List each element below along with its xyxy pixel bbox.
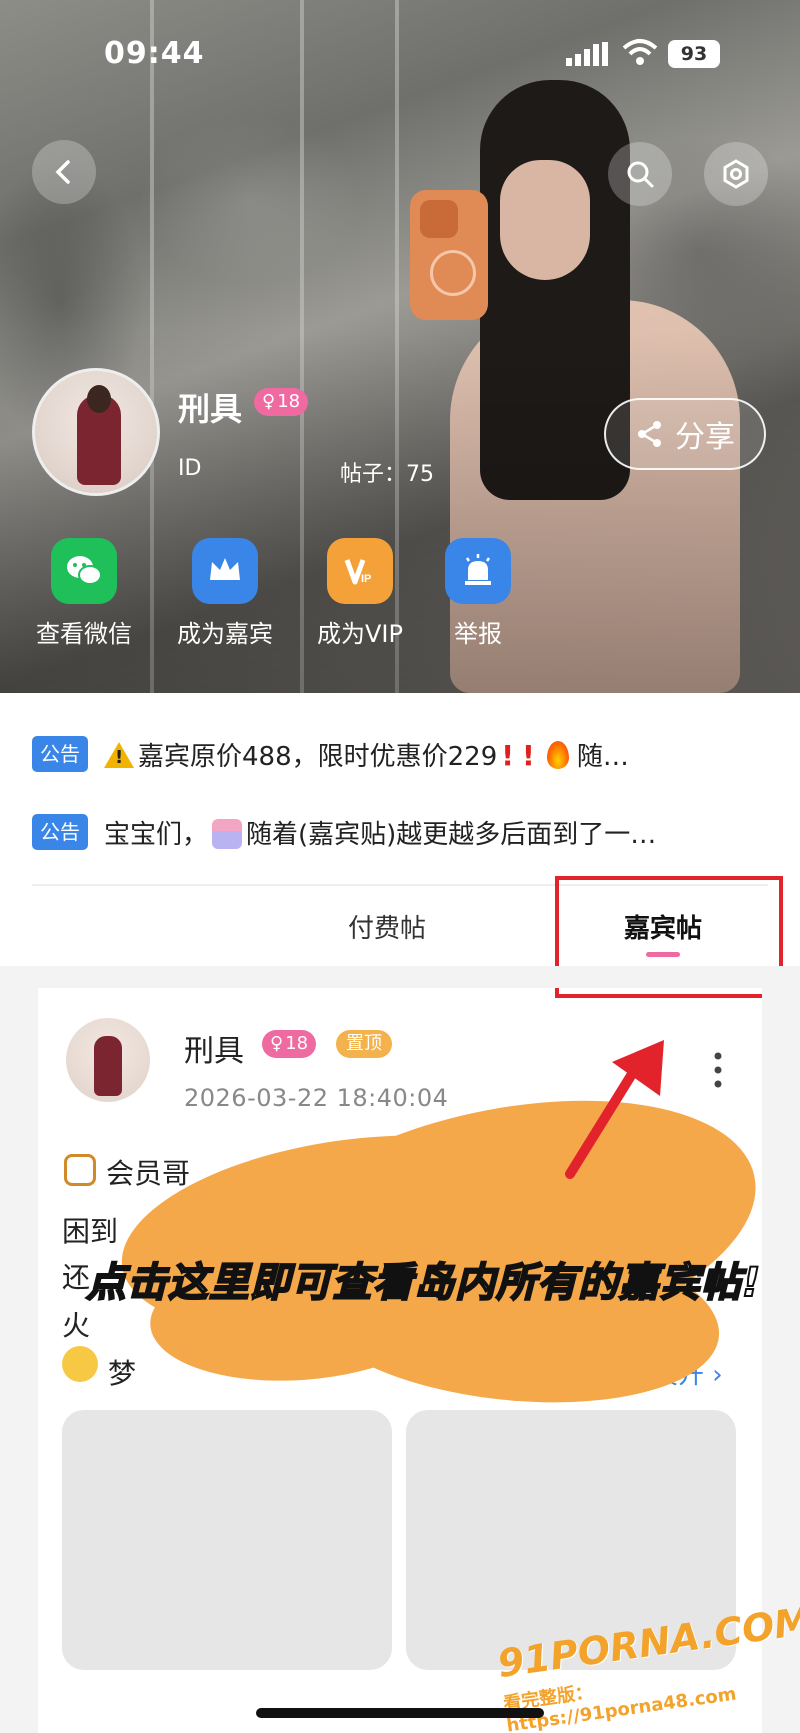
notice-tag: 公告 <box>32 814 88 850</box>
profile-avatar[interactable] <box>32 368 160 496</box>
search-icon <box>627 161 654 188</box>
profile-name: 刑具 <box>178 390 243 428</box>
back-button[interactable] <box>32 140 96 204</box>
become-guest-button[interactable]: 成为嘉宾 <box>165 538 285 649</box>
battery-icon: 93 <box>668 40 720 68</box>
search-button[interactable] <box>608 142 672 206</box>
become-vip-button[interactable]: IP 成为VIP <box>300 538 420 649</box>
view-wechat-label: 查看微信 <box>36 620 132 648</box>
home-indicator[interactable] <box>256 1708 544 1718</box>
more-options-icon[interactable] <box>712 1050 724 1090</box>
photo-figure-face <box>500 160 590 280</box>
profile-header: 09:44 93 刑具 ♀ 18 ID 帖子：75 分享 查看微信 成为嘉宾 I… <box>0 0 800 693</box>
post-author-avatar[interactable] <box>66 1018 150 1102</box>
money-bag-icon <box>64 1154 96 1186</box>
post-text-line: 火 <box>62 1309 91 1342</box>
signal-icon <box>566 42 608 66</box>
notice-text: 嘉宾原价488，限时优惠价229!! 随… <box>104 736 629 773</box>
age-badge-value: 18 <box>277 391 301 412</box>
report-button[interactable]: 举报 <box>418 538 538 649</box>
status-time: 09:44 <box>104 36 205 71</box>
report-label: 举报 <box>454 620 502 648</box>
tab-paid-posts[interactable]: 付费帖 <box>348 908 426 945</box>
avatar-figure <box>94 1036 122 1096</box>
notice-text-main: 宝宝们， <box>104 819 209 850</box>
exclamation-icon: ! <box>522 738 535 772</box>
notice-text: 宝宝们， 随着(嘉宾贴)越更越多后面到了一… <box>104 814 656 851</box>
section-gap <box>0 966 38 1733</box>
post-text-line: 会员哥 <box>106 1157 191 1190</box>
post-count: 帖子：75 <box>340 462 434 487</box>
chevron-left-icon <box>55 160 70 184</box>
view-wechat-button[interactable]: 查看微信 <box>24 538 144 649</box>
notice-tag: 公告 <box>32 736 88 772</box>
notice-text-main: 嘉宾原价488，限时优惠价229 <box>138 741 498 772</box>
status-bar: 09:44 93 <box>0 0 800 100</box>
fire-icon <box>546 740 569 769</box>
share-label: 分享 <box>675 420 735 455</box>
female-icon: ♀ <box>270 1033 284 1054</box>
become-guest-label: 成为嘉宾 <box>177 620 273 648</box>
age-badge: ♀ 18 <box>262 1030 317 1058</box>
overlay-caption: 点击这里即可查看岛内所有的嘉宾帖! <box>85 1259 762 1307</box>
notice-text-tail: 随着(嘉宾贴)越更越多后面到了一… <box>246 819 657 850</box>
user-id: ID <box>178 456 202 481</box>
settings-icon <box>723 159 749 189</box>
crown-icon <box>192 538 258 604</box>
vip-icon: IP <box>327 538 393 604</box>
post-text-line: 困到 <box>62 1215 119 1248</box>
pinned-badge: 置顶 <box>336 1030 392 1058</box>
female-icon: ♀ <box>262 391 276 412</box>
share-icon <box>638 421 661 447</box>
exclamation-icon: ! <box>501 738 515 772</box>
notice-row[interactable]: 公告 宝宝们， 随着(嘉宾贴)越更越多后面到了一… <box>32 810 772 854</box>
notice-row[interactable]: 公告 嘉宾原价488，限时优惠价229!! 随… <box>32 732 772 776</box>
post-timestamp: 2026-03-22 18:40:04 <box>184 1084 449 1112</box>
notice-text-tail: 随… <box>576 741 629 772</box>
post-image-thumbnail[interactable] <box>62 1410 392 1670</box>
wechat-icon <box>51 538 117 604</box>
settings-button[interactable] <box>704 142 768 206</box>
age-badge-value: 18 <box>285 1033 309 1054</box>
post-text-line: 梦 <box>108 1357 137 1390</box>
wifi-icon <box>622 39 658 65</box>
share-button[interactable]: 分享 <box>604 398 766 470</box>
warning-icon <box>104 741 134 768</box>
section-gap <box>0 966 800 988</box>
gift-icon <box>212 818 243 849</box>
post-author-name: 刑具 <box>184 1034 244 1069</box>
photo-phone <box>410 190 488 320</box>
age-badge: ♀ 18 <box>254 388 309 416</box>
sleeping-emoji-icon <box>62 1346 98 1382</box>
become-vip-label: 成为VIP <box>317 620 403 648</box>
avatar-head <box>87 385 111 413</box>
annotation-arrow-icon <box>565 1040 664 1179</box>
alarm-icon <box>445 538 511 604</box>
svg-text:IP: IP <box>361 573 371 585</box>
